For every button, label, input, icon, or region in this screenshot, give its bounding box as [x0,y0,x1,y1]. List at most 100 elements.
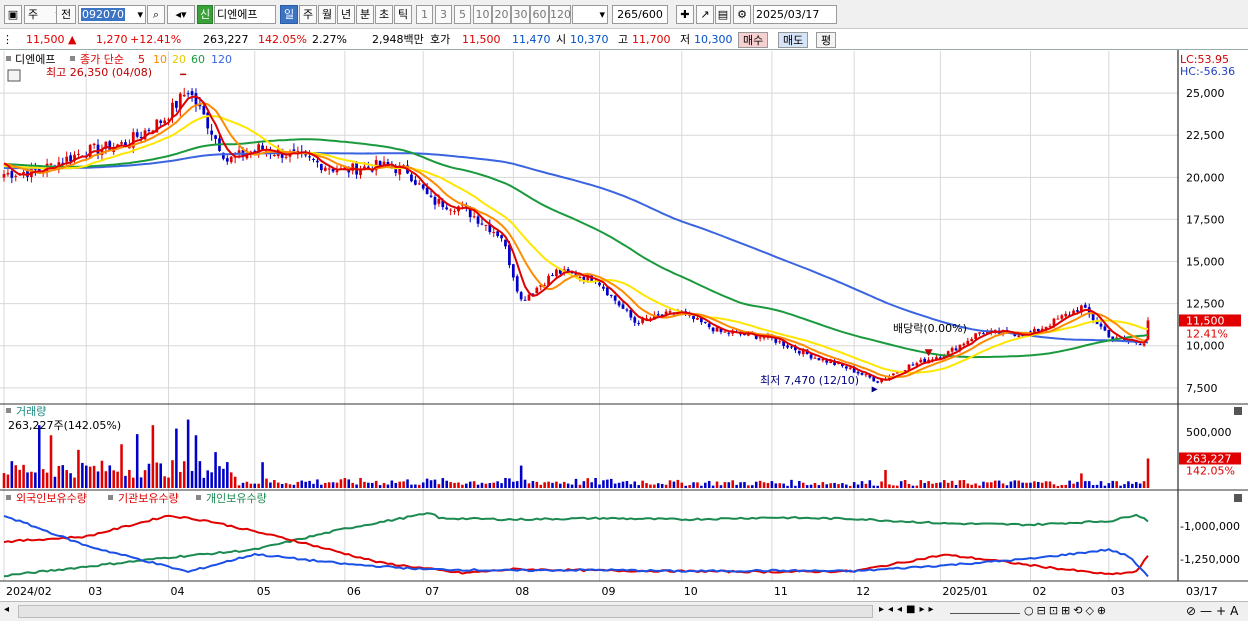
current-price-value: 11,500 [26,33,65,46]
candle-body [954,348,958,351]
volume-bar [535,481,539,488]
volume-bar [135,434,139,488]
crosshair-icon[interactable]: ✚ [676,5,694,24]
volume-bar [1142,481,1146,488]
period-tab-2[interactable]: 월 [318,5,336,24]
minute-tab-60[interactable]: 60 [530,5,549,24]
x-tick-label: 03 [88,585,102,598]
volume-bar [210,472,213,488]
date-input[interactable]: 2025/03/17 [753,5,837,24]
mode-button[interactable]: 전 [56,5,76,24]
candle-body [617,301,621,306]
search-icon[interactable]: ⌕ [147,5,165,24]
candle-body [182,94,186,97]
period-tab-5[interactable]: 초 [375,5,393,24]
candle-body [10,171,14,178]
candle-body [1048,325,1052,327]
volume-bar [1068,480,1071,488]
minute-tab-1[interactable]: 1 [416,5,433,24]
volume-bar [923,483,926,488]
volume-bar [547,481,550,488]
volume-bar [1127,481,1130,488]
minute-tab-5[interactable]: 5 [454,5,471,24]
save-icon[interactable]: ▤ [715,5,731,24]
volume-bar [390,480,394,488]
candle-body [186,93,190,95]
candle-body [962,343,966,346]
candle-body [202,105,206,115]
volume-bar [476,484,480,488]
volume-bar [453,482,456,488]
volume-bar [707,480,711,488]
buy-button[interactable]: 매수 [738,32,769,48]
candle-body [703,321,707,323]
volume-bar [30,471,33,488]
volume-bar [437,484,441,488]
candle-body [6,172,10,175]
volume-bar [2,473,6,488]
candle-body [480,223,484,225]
volume-bar [751,485,754,488]
period-tab-1[interactable]: 주 [299,5,317,24]
volume-bar [410,484,413,488]
period-tab-3[interactable]: 년 [337,5,355,24]
volume-bar [280,483,284,488]
volume-bar [304,481,307,488]
period-tab-6[interactable]: 틱 [394,5,412,24]
stock-code-input[interactable]: 092070 ▾ [78,5,146,24]
zoom-buttons[interactable]: ⊘—+A [1186,604,1242,618]
gear-icon[interactable]: ⚙ [733,5,751,24]
playback-controls[interactable]: ▸◂◂■▸▸ [879,604,938,615]
panel-close-icon[interactable] [1234,407,1242,415]
horizontal-scrollbar[interactable] [18,605,873,618]
speaker-icon[interactable]: ◂▾ [167,5,195,24]
volume-bar [190,471,194,488]
volume-bar [664,484,668,488]
zoom-icon[interactable]: ↗ [696,5,714,24]
more-icon[interactable]: ⋮ [2,31,13,48]
candle-body [970,338,974,342]
volume-bar [884,470,887,488]
window-menu-icon[interactable]: ▣ [4,5,22,24]
candle-body [359,169,362,176]
volume-bar [378,485,382,488]
volume-bar [915,485,919,488]
volume-bar [888,484,891,488]
minute-tab-10[interactable]: 10 [473,5,492,24]
volume-bar [833,482,836,488]
scroll-left-icon[interactable]: ◂ [4,604,14,618]
price-change: 1,270 [96,33,128,46]
candle-body [907,364,911,370]
candle-body [22,171,25,174]
price-tick-label: 20,000 [1186,171,1225,184]
minute-tab-3[interactable]: 3 [435,5,452,24]
volume-bar [946,482,950,488]
interval-input[interactable]: ▾ [572,5,608,24]
period-tab-4[interactable]: 분 [356,5,374,24]
candle-body [1146,320,1150,340]
eval-button[interactable]: 평 [816,32,837,48]
data-count-field[interactable]: 265/600 [612,5,668,24]
zoom-slider[interactable] [950,607,1020,614]
volume-bar [1084,481,1087,488]
volume-bar [829,483,832,488]
volume-bar [421,482,425,488]
x-tick-label: 09 [602,585,616,598]
candle-body [696,317,699,320]
volume-bar [621,481,625,488]
minute-tab-20[interactable]: 20 [492,5,511,24]
volume-bar [551,482,554,488]
minute-tab-30[interactable]: 30 [511,5,530,24]
volume-bar [684,485,687,488]
candle-body [974,333,977,340]
period-tab-0[interactable]: 일 [280,5,298,24]
volume-bar [856,484,860,488]
candle-body [272,155,276,157]
stock-name-field: 디엔에프 [214,5,276,24]
view-tools[interactable]: ○⊟⊡⊞⟲◇⊕ [1024,604,1109,617]
panel-close-icon[interactable] [1234,494,1242,502]
sell-button[interactable]: 매도 [778,32,809,48]
calculator-icon[interactable] [7,69,21,82]
minute-tab-120[interactable]: 120 [549,5,571,24]
volume-bar [371,482,374,488]
